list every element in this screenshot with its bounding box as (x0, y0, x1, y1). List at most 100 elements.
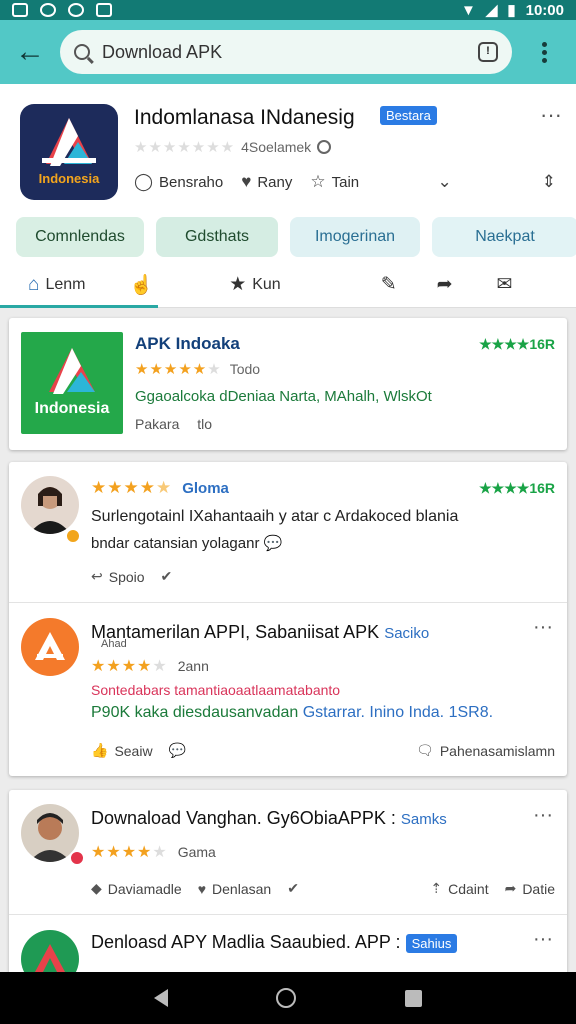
nav-back-icon[interactable] (154, 989, 169, 1007)
review-rating-row: ★★★★★ Gama (91, 844, 216, 861)
category-chips: Comnlendas Gdsthats Imogerinan Naekpat (16, 217, 576, 257)
share-icon: ➦ (504, 880, 517, 896)
app-badge: Bestara (380, 106, 437, 125)
home-icon: ⌂ (28, 273, 40, 295)
review-rating-row: ★★★★★ 2ann (91, 658, 209, 675)
reply-icon: ↩ (91, 568, 103, 584)
favorite-action[interactable]: ♥ Denlasan (198, 881, 271, 897)
tab-share[interactable]: ➦ (437, 273, 453, 296)
chat-icon[interactable]: 💬 (169, 742, 186, 759)
heart-icon: ♥ (197, 880, 207, 897)
check-icon[interactable]: ✔ (287, 880, 299, 897)
nav-recents-icon[interactable] (404, 989, 422, 1007)
app-icon: Indonesia (20, 104, 118, 200)
status-bar: ▼ ◢ ▮ 10:00 (0, 0, 576, 20)
lens-icon[interactable]: ! (478, 42, 498, 62)
diamond-icon: ◆ (91, 880, 102, 896)
rating-stars: ★★★★★★★ (134, 139, 236, 156)
nav-home-icon[interactable] (276, 988, 297, 1008)
tab-bar: ⌂ Lenm ☝ ★ Kun ✎ ➦ ✉ (0, 262, 576, 308)
chip-3[interactable]: Imogerinan (290, 217, 420, 257)
replies-button[interactable]: 🗨 Pahenasamislamn (416, 742, 555, 759)
chip-2[interactable]: Gdsthats (156, 217, 278, 257)
featured-app-icon: Indonesia (21, 332, 123, 434)
app-actions: ◯ Bensraho ♥ Rany ☆ Tain ⌄ ⇕ (134, 172, 566, 192)
rate-action[interactable]: ☆ Tain (310, 172, 359, 192)
review-highlight: Sontedabars tamantiaoaatlaamatabanto (91, 682, 341, 698)
review-footer: 👍 Seaiw 💬 🗨 Pahenasamislamn (91, 742, 555, 759)
star-icon: ★ (229, 274, 247, 295)
heart-icon: ♥ (241, 172, 252, 191)
review-label[interactable]: Gloma (182, 480, 229, 497)
chip-1[interactable]: Comnlendas (16, 217, 144, 257)
review-item[interactable]: Downaload Vanghan. Gy6ObiaAPPK : Samks ·… (9, 790, 567, 914)
featured-stars: ★★★★★★ Todo (135, 361, 261, 378)
review-item[interactable]: Mantamerilan APPI, Sabaniisat APK Saciko… (9, 602, 567, 776)
app-icon-brand: Indonesia (38, 171, 100, 186)
featured-icon-brand: Indonesia (34, 400, 110, 417)
review-rating-row: ★★★★★ Gloma (91, 478, 229, 497)
share-action[interactable]: ➦ Datie (505, 880, 555, 897)
reply-button[interactable]: ↩ Spoio (91, 568, 145, 585)
pen-icon: ✎ (380, 274, 397, 295)
review-title: Downaload Vanghan. Gy6ObiaAPPK : Samks (91, 808, 447, 828)
featured-app-card[interactable]: Indonesia APK Indoaka ★★★★16R ★★★★★★ Tod… (9, 318, 567, 450)
review-title: Denloasd APY Madlia Saaubied. APP : Sahi… (91, 932, 458, 953)
back-arrow-icon: ← (15, 35, 45, 68)
featured-subtitle: Todo (229, 361, 261, 377)
tab-mail[interactable]: ✉ (497, 273, 513, 296)
header-more-button[interactable]: ··· (540, 102, 562, 128)
review-more-button[interactable]: ··· (533, 804, 553, 827)
back-button[interactable]: ← (0, 20, 60, 84)
overflow-menu-button[interactable] (512, 41, 576, 63)
wifi-icon: ▼ (460, 1, 476, 19)
featured-rating: ★★★★16R (479, 336, 555, 352)
review-footer: ◆ Daviamadle ♥ Denlasan ✔ ⇡ Cdaint ➦ Datie (91, 880, 555, 897)
star-outline-icon: ☆ (310, 172, 326, 191)
rating-count: 4Soelamek (241, 139, 312, 155)
share-action[interactable]: ◯ Bensraho (134, 172, 223, 192)
reviews-card: Downaload Vanghan. Gy6ObiaAPPK : Samks ·… (9, 790, 567, 990)
avatar (21, 618, 79, 676)
chat-icon: 💬 (263, 535, 283, 552)
review-text-line2: bndar catansian yolaganr 💬 (91, 535, 283, 552)
tab-indicator (0, 305, 158, 308)
tab-edit[interactable]: ✎ (381, 273, 397, 296)
badge-icon (69, 850, 85, 866)
upload-action[interactable]: ⇡ Cdaint (430, 880, 488, 897)
clock: 10:00 (525, 1, 564, 19)
chip-4[interactable]: Naekpat (432, 217, 576, 257)
download-icon[interactable]: ⌄ (438, 172, 452, 192)
signal-icon: ◢ (485, 2, 498, 19)
search-input[interactable]: Download APK ! (60, 30, 512, 74)
comment-icon: ◯ (134, 172, 154, 191)
review-more-button[interactable]: ··· (533, 928, 553, 951)
system-nav-bar (0, 972, 576, 1024)
thumbs-up-icon: 👍 (91, 742, 109, 758)
download-action[interactable]: ◆ Daviamadle (91, 880, 182, 897)
review-more-button[interactable]: ··· (533, 616, 553, 639)
favorite-action[interactable]: ♥ Rany (241, 172, 292, 192)
approve-icon[interactable]: ✔ (161, 568, 173, 585)
gallery-icon (12, 3, 28, 17)
tab-updates[interactable]: ☝ (130, 273, 154, 297)
like-button[interactable]: 👍 Seaiw (91, 742, 153, 759)
comment-icon: 🗨 (416, 742, 434, 758)
search-icon (74, 44, 90, 60)
review-badge: Sahius (405, 933, 458, 953)
top-app-bar: ← Download APK ! (0, 20, 576, 84)
review-item[interactable]: ★★★★★ Gloma ★★★★16R Surlengotainl IXahan… (9, 462, 567, 602)
expand-icon[interactable]: ⇕ (542, 172, 556, 192)
mail-icon: ✉ (496, 274, 513, 295)
review-body: P90K kaka diesdausanvadan Gstarrar. Inin… (91, 704, 494, 721)
review-footer: ↩ Spoio ✔ (91, 568, 555, 585)
featured-package: Pakara tlo (135, 416, 213, 432)
featured-logo-mark (49, 348, 95, 394)
review-title: Mantamerilan APPI, Sabaniisat APK Saciko (91, 622, 430, 642)
tab-star[interactable]: ★ Kun (229, 273, 281, 296)
featured-title[interactable]: APK Indoaka (135, 334, 240, 354)
review-rating: ★★★★16R (479, 480, 555, 496)
tab-home[interactable]: ⌂ Lenm (28, 274, 86, 296)
info-icon[interactable] (317, 140, 332, 154)
share-icon: ➦ (436, 274, 453, 295)
